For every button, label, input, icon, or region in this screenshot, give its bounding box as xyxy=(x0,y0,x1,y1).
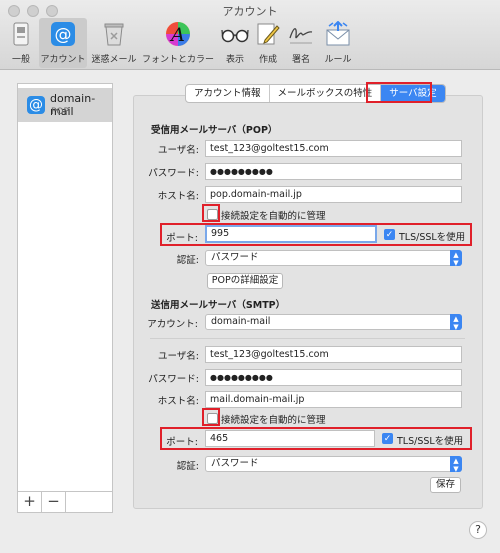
general-icon xyxy=(6,20,36,48)
toolbar-signatures[interactable]: 署名 xyxy=(286,18,316,68)
toolbar-accounts[interactable]: @ アカウント xyxy=(39,18,87,68)
incoming-username-field[interactable]: test_123@goltest15.com xyxy=(205,140,462,157)
outgoing-auto-manage-label: 接続設定を自動的に管理 xyxy=(221,415,326,426)
highlight-server-settings-tab xyxy=(366,82,432,103)
outgoing-server-title: 送信用メールサーバ（SMTP） xyxy=(151,300,286,311)
incoming-password-field[interactable]: ●●●●●●●●● xyxy=(205,163,462,180)
incoming-auth-label: 認証: xyxy=(176,255,199,266)
outgoing-port-label: ポート: xyxy=(166,437,198,448)
save-button[interactable]: 保存 xyxy=(430,477,461,493)
outgoing-host-label: ホスト名: xyxy=(157,396,199,407)
smtp-account-select[interactable]: domain-mail ▲ ▼ xyxy=(205,314,462,331)
outgoing-auth-select[interactable]: パスワード ▲ ▼ xyxy=(205,456,462,473)
incoming-username-label: ユーザ名: xyxy=(157,145,199,156)
remove-account-button[interactable]: − xyxy=(42,492,66,512)
toolbar-viewing[interactable]: 表示 xyxy=(220,18,250,68)
tab-account-info[interactable]: アカウント情報 xyxy=(186,85,270,102)
incoming-host-label: ホスト名: xyxy=(157,191,199,202)
highlight-incoming-auto-manage xyxy=(202,204,220,222)
toolbar-fonts-colors[interactable]: A フォントとカラー xyxy=(141,18,215,68)
outgoing-username-label: ユーザ名: xyxy=(157,351,199,362)
svg-text:A: A xyxy=(169,24,185,46)
fonts-colors-icon: A xyxy=(141,20,215,48)
svg-text:@: @ xyxy=(55,25,72,45)
junk-mail-icon xyxy=(90,20,138,48)
chevron-updown-icon: ▲ ▼ xyxy=(450,456,462,473)
outgoing-username-field[interactable]: test_123@goltest15.com xyxy=(205,346,462,363)
incoming-host-field[interactable]: pop.domain-mail.jp xyxy=(205,186,462,203)
add-account-button[interactable]: + xyxy=(18,492,42,512)
accounts-list-footer: + − xyxy=(17,491,113,513)
chevron-updown-icon: ▲ ▼ xyxy=(450,314,462,331)
outgoing-host-field[interactable]: mail.domain-mail.jp xyxy=(205,391,462,408)
account-type: POP xyxy=(51,107,69,117)
toolbar-rules[interactable]: ルール xyxy=(322,18,354,68)
window-toolbar: アカウント 一般 @ アカウント 迷惑メール A フォントとカラー 表示 作成 … xyxy=(0,0,500,70)
outgoing-port-field[interactable]: 465 xyxy=(205,430,375,447)
smtp-account-label: アカウント: xyxy=(147,319,198,330)
outgoing-tls-label: TLS/SSLを使用 xyxy=(397,436,464,447)
at-sign-icon: @ xyxy=(39,20,87,48)
rules-icon xyxy=(322,20,354,48)
toolbar-composing[interactable]: 作成 xyxy=(253,18,283,68)
toolbar-general[interactable]: 一般 xyxy=(6,18,36,68)
incoming-port-field[interactable]: 995 xyxy=(205,225,377,243)
pop-advanced-button[interactable]: POPの詳細設定 xyxy=(207,273,283,289)
chevron-updown-icon: ▲ ▼ xyxy=(450,250,462,267)
incoming-port-label: ポート: xyxy=(166,233,198,244)
toolbar-junk[interactable]: 迷惑メール xyxy=(90,18,138,68)
glasses-icon xyxy=(220,20,250,48)
tab-mailbox-behaviors[interactable]: メールボックスの特性 xyxy=(270,85,382,102)
window-title: アカウント xyxy=(222,5,278,18)
incoming-tls-checkbox[interactable]: ✓ xyxy=(384,229,395,240)
outgoing-password-field[interactable]: ●●●●●●●●● xyxy=(205,369,462,386)
incoming-auth-select[interactable]: パスワード ▲ ▼ xyxy=(205,250,462,267)
accounts-list: @ domain-mail POP xyxy=(17,83,113,513)
outgoing-tls-checkbox[interactable]: ✓ xyxy=(382,433,393,444)
highlight-outgoing-auto-manage xyxy=(202,408,220,426)
signature-icon xyxy=(286,20,316,48)
compose-icon xyxy=(253,20,283,48)
incoming-server-title: 受信用メールサーバ（POP） xyxy=(151,125,278,136)
section-divider xyxy=(150,338,465,339)
help-button[interactable]: ? xyxy=(469,521,487,539)
incoming-password-label: パスワード: xyxy=(148,168,199,179)
at-sign-icon: @ xyxy=(27,96,45,114)
account-row-domain-mail[interactable]: @ domain-mail POP xyxy=(18,88,112,122)
outgoing-password-label: パスワード: xyxy=(148,374,199,385)
incoming-auto-manage-label: 接続設定を自動的に管理 xyxy=(221,211,326,222)
incoming-tls-label: TLS/SSLを使用 xyxy=(399,232,466,243)
outgoing-auth-label: 認証: xyxy=(176,461,199,472)
